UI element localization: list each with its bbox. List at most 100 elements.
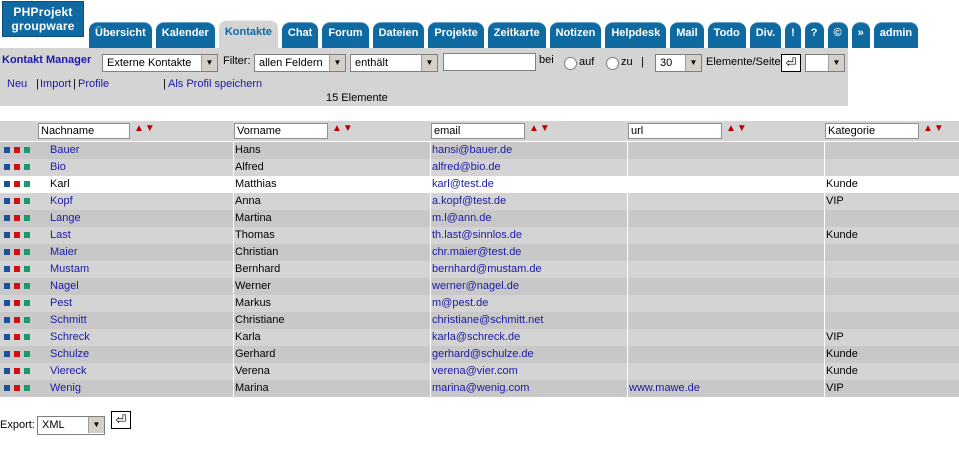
column-header-label[interactable]: email [431, 123, 525, 139]
cell-email[interactable]: gerhard@schulze.de [431, 348, 534, 360]
cell-nachname[interactable]: Schulze [38, 348, 89, 360]
cell-email[interactable]: marina@wenig.com [431, 382, 529, 394]
delete-icon[interactable] [14, 317, 20, 323]
view-icon[interactable] [24, 164, 30, 170]
table-row[interactable]: Nagel Werner werner@nagel.de [0, 278, 959, 295]
table-row[interactable]: Schreck Karla karla@schreck.de VIP [0, 329, 959, 346]
tab-16[interactable]: » [851, 22, 870, 48]
column-header-label[interactable]: Vorname [234, 123, 328, 139]
cell-email[interactable]: a.kopf@test.de [431, 195, 506, 207]
cell-url[interactable] [628, 246, 629, 258]
table-row[interactable]: Kopf Anna a.kopf@test.de VIP [0, 193, 959, 210]
cell-nachname[interactable]: Nagel [38, 280, 79, 292]
cell-nachname[interactable]: Schmitt [38, 314, 87, 326]
delete-icon[interactable] [14, 385, 20, 391]
view-icon[interactable] [24, 198, 30, 204]
tab-6[interactable]: Projekte [428, 22, 484, 48]
save-profile-link[interactable]: Als Profil speichern [168, 78, 262, 90]
export-button[interactable]: ⏎ [111, 411, 131, 429]
cell-nachname[interactable]: Bauer [38, 144, 79, 156]
tab-12[interactable]: Div. [749, 22, 782, 48]
table-row[interactable]: Wenig Marina marina@wenig.com www.mawe.de VI… [0, 380, 959, 397]
filter-value-input[interactable] [443, 53, 536, 71]
edit-icon[interactable] [4, 317, 10, 323]
view-icon[interactable] [24, 300, 30, 306]
export-format-select[interactable]: XML ▼ [37, 416, 105, 435]
cell-email[interactable]: th.last@sinnlos.de [431, 229, 522, 241]
table-row[interactable]: Schulze Gerhard gerhard@schulze.de Kunde [0, 346, 959, 363]
delete-icon[interactable] [14, 198, 20, 204]
column-header-label[interactable]: Kategorie [825, 123, 919, 139]
view-icon[interactable] [24, 249, 30, 255]
view-icon[interactable] [24, 181, 30, 187]
table-row[interactable]: Lange Martina m.l@ann.de [0, 210, 959, 227]
edit-icon[interactable] [4, 266, 10, 272]
per-page-select[interactable]: 30 ▼ [655, 54, 702, 72]
edit-icon[interactable] [4, 147, 10, 153]
cell-url[interactable] [628, 331, 629, 343]
view-icon[interactable] [24, 215, 30, 221]
cell-url[interactable] [628, 280, 629, 292]
cell-nachname[interactable]: Pest [38, 297, 72, 309]
edit-icon[interactable] [4, 215, 10, 221]
delete-icon[interactable] [14, 334, 20, 340]
contact-type-select[interactable]: Externe Kontakte ▼ [102, 54, 218, 72]
cell-url[interactable] [628, 144, 629, 156]
cell-email[interactable]: christiane@schmitt.net [431, 314, 543, 326]
edit-icon[interactable] [4, 232, 10, 238]
tab-5[interactable]: Dateien [372, 22, 425, 48]
cell-nachname[interactable]: Kopf [38, 195, 73, 207]
delete-icon[interactable] [14, 164, 20, 170]
delete-icon[interactable] [14, 283, 20, 289]
cell-email[interactable]: m@pest.de [431, 297, 488, 309]
cell-nachname[interactable]: Maier [38, 246, 78, 258]
filter-field-select[interactable]: allen Feldern ▼ [254, 54, 346, 72]
delete-icon[interactable] [14, 351, 20, 357]
sort-arrows-icon[interactable]: ▲▼ [726, 123, 748, 134]
delete-icon[interactable] [14, 300, 20, 306]
sort-arrows-icon[interactable]: ▲▼ [923, 123, 945, 134]
edit-icon[interactable] [4, 334, 10, 340]
tab-1[interactable]: Kalender [155, 22, 215, 48]
column-header-label[interactable]: url [628, 123, 722, 139]
edit-icon[interactable] [4, 368, 10, 374]
cell-nachname[interactable]: Viereck [38, 365, 86, 377]
delete-icon[interactable] [14, 215, 20, 221]
cell-email[interactable]: m.l@ann.de [431, 212, 491, 224]
delete-icon[interactable] [14, 181, 20, 187]
tab-0[interactable]: Übersicht [89, 22, 152, 48]
apply-filter-button[interactable]: ⏎ [781, 54, 801, 72]
edit-icon[interactable] [4, 300, 10, 306]
cell-nachname[interactable]: Karl [38, 178, 70, 190]
cell-nachname[interactable]: Lange [38, 212, 81, 224]
edit-icon[interactable] [4, 181, 10, 187]
view-icon[interactable] [24, 317, 30, 323]
sort-desc-radio[interactable] [606, 57, 619, 70]
view-icon[interactable] [24, 368, 30, 374]
view-icon[interactable] [24, 351, 30, 357]
cell-nachname[interactable]: Schreck [38, 331, 90, 343]
cell-url[interactable] [628, 348, 629, 360]
table-row[interactable]: Karl Matthias karl@test.de Kunde [0, 176, 959, 193]
tab-10[interactable]: Mail [670, 22, 704, 48]
sort-arrows-icon[interactable]: ▲▼ [134, 123, 156, 134]
delete-icon[interactable] [14, 266, 20, 272]
tab-11[interactable]: Todo [707, 22, 746, 48]
cell-url[interactable] [628, 212, 629, 224]
cell-url[interactable] [628, 314, 629, 326]
import-link[interactable]: Import [40, 78, 71, 90]
tab-9[interactable]: Helpdesk [605, 22, 667, 48]
edit-icon[interactable] [4, 164, 10, 170]
sort-arrows-icon[interactable]: ▲▼ [332, 123, 354, 134]
tab-2[interactable]: Kontakte [218, 20, 278, 48]
edit-icon[interactable] [4, 283, 10, 289]
tab-7[interactable]: Zeitkarte [487, 22, 546, 48]
table-row[interactable]: Pest Markus m@pest.de [0, 295, 959, 312]
tab-8[interactable]: Notizen [549, 22, 602, 48]
cell-url[interactable] [628, 178, 629, 190]
cell-nachname[interactable]: Bio [38, 161, 66, 173]
cell-url[interactable] [628, 263, 629, 275]
cell-nachname[interactable]: Mustam [38, 263, 89, 275]
view-icon[interactable] [24, 147, 30, 153]
cell-email[interactable]: karla@schreck.de [431, 331, 520, 343]
